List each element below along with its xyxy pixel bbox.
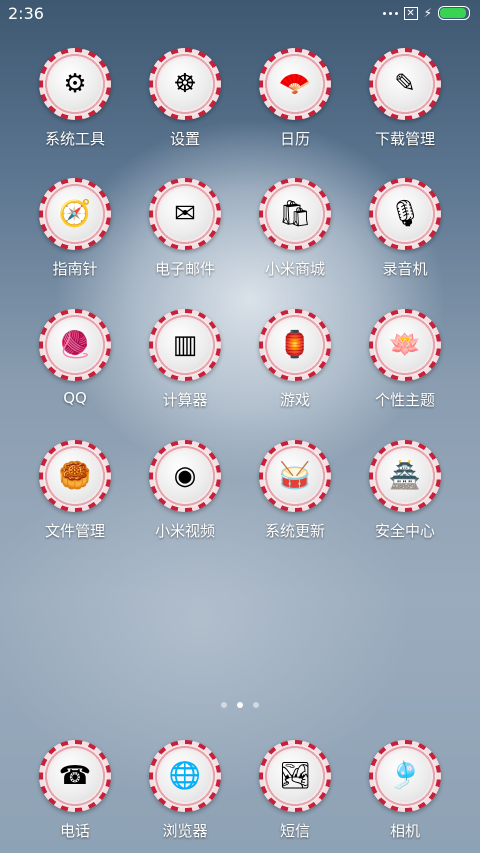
calendar-icon: 🪭: [269, 58, 321, 110]
app-tools[interactable]: ⚙ 系统工具: [20, 48, 130, 149]
icon-frame: 🏞: [259, 740, 331, 812]
tools-icon: ⚙: [49, 58, 101, 110]
app-label: 计算器: [162, 391, 208, 409]
recorder-icon: 🎙: [379, 188, 431, 240]
mall-icon: 🛍: [269, 188, 321, 240]
browser-icon: 🌐: [159, 750, 211, 802]
page-indicator: [0, 702, 480, 708]
icon-frame: 🛍: [259, 178, 331, 250]
icon-frame: ☎: [39, 740, 111, 812]
app-video[interactable]: ◉ 小米视频: [130, 440, 240, 541]
icon-frame: 🪭: [259, 48, 331, 120]
icon-frame: 🧶: [39, 309, 111, 381]
compass-icon: 🧭: [49, 188, 101, 240]
email-icon: ✉: [159, 188, 211, 240]
sms-icon: 🏞: [269, 750, 321, 802]
camera-icon: 🎐: [379, 750, 431, 802]
app-label: 指南针: [52, 260, 98, 278]
icon-frame: 🪷: [369, 309, 441, 381]
app-qq[interactable]: 🧶 QQ: [20, 309, 130, 407]
app-camera[interactable]: 🎐 相机: [350, 740, 460, 841]
app-label: 录音机: [382, 260, 428, 278]
app-label: QQ: [63, 389, 87, 407]
page-dot[interactable]: [221, 702, 227, 708]
app-calculator[interactable]: ▥ 计算器: [130, 309, 240, 410]
security-icon: 🏯: [379, 450, 431, 502]
app-label: 相机: [389, 822, 420, 840]
app-label: 浏览器: [162, 822, 208, 840]
icon-frame: ✎: [369, 48, 441, 120]
app-label: 设置: [169, 130, 200, 148]
app-email[interactable]: ✉ 电子邮件: [130, 178, 240, 279]
app-label: 日历: [279, 130, 310, 148]
app-security[interactable]: 🏯 安全中心: [350, 440, 460, 541]
app-sms[interactable]: 🏞 短信: [240, 740, 350, 841]
app-label: 游戏: [279, 391, 310, 409]
app-label: 小米商城: [264, 260, 325, 278]
icon-frame: 🎙: [369, 178, 441, 250]
app-game[interactable]: 🏮 游戏: [240, 309, 350, 410]
icon-frame: 🧭: [39, 178, 111, 250]
icon-frame: 🌐: [149, 740, 221, 812]
icon-frame: ✉: [149, 178, 221, 250]
app-phone[interactable]: ☎ 电话: [20, 740, 130, 841]
icon-frame: 🏯: [369, 440, 441, 512]
app-label: 小米视频: [154, 522, 215, 540]
file-manager-icon: 🥮: [49, 450, 101, 502]
video-icon: ◉: [159, 450, 211, 502]
update-icon: 🥁: [269, 450, 321, 502]
app-label: 电子邮件: [154, 260, 215, 278]
icon-frame: ▥: [149, 309, 221, 381]
icon-frame: 🥁: [259, 440, 331, 512]
settings-icon: ☸: [159, 58, 211, 110]
app-label: 短信: [279, 822, 310, 840]
page-dot[interactable]: [237, 702, 243, 708]
page-dot[interactable]: [253, 702, 259, 708]
app-label: 下载管理: [374, 130, 435, 148]
icon-frame: ☸: [149, 48, 221, 120]
app-compass[interactable]: 🧭 指南针: [20, 178, 130, 279]
icon-frame: ⚙: [39, 48, 111, 120]
app-label: 电话: [59, 822, 90, 840]
app-label: 系统工具: [44, 130, 105, 148]
icon-frame: ◉: [149, 440, 221, 512]
theme-icon: 🪷: [379, 319, 431, 371]
app-recorder[interactable]: 🎙 录音机: [350, 178, 460, 279]
icon-frame: 🎐: [369, 740, 441, 812]
download-icon: ✎: [379, 58, 431, 110]
qq-icon: 🧶: [49, 319, 101, 371]
app-label: 系统更新: [264, 522, 325, 540]
calculator-icon: ▥: [159, 319, 211, 371]
app-label: 文件管理: [44, 522, 105, 540]
app-theme[interactable]: 🪷 个性主题: [350, 309, 460, 410]
app-update[interactable]: 🥁 系统更新: [240, 440, 350, 541]
app-calendar[interactable]: 🪭 日历: [240, 48, 350, 149]
app-settings[interactable]: ☸ 设置: [130, 48, 240, 149]
app-grid: ⚙ 系统工具 ☸ 设置 🪭 日历 ✎ 下载管理 🧭 指南针 ✉ 电子邮件 🛍 小米商城 🎙 录音机 🧶 QQ ▥ 计算…: [0, 0, 480, 853]
app-file-manager[interactable]: 🥮 文件管理: [20, 440, 130, 541]
game-icon: 🏮: [269, 319, 321, 371]
icon-frame: 🥮: [39, 440, 111, 512]
app-label: 安全中心: [374, 522, 435, 540]
phone-icon: ☎: [49, 750, 101, 802]
app-label: 个性主题: [374, 391, 435, 409]
app-download[interactable]: ✎ 下载管理: [350, 48, 460, 149]
icon-frame: 🏮: [259, 309, 331, 381]
app-mall[interactable]: 🛍 小米商城: [240, 178, 350, 279]
app-browser[interactable]: 🌐 浏览器: [130, 740, 240, 841]
